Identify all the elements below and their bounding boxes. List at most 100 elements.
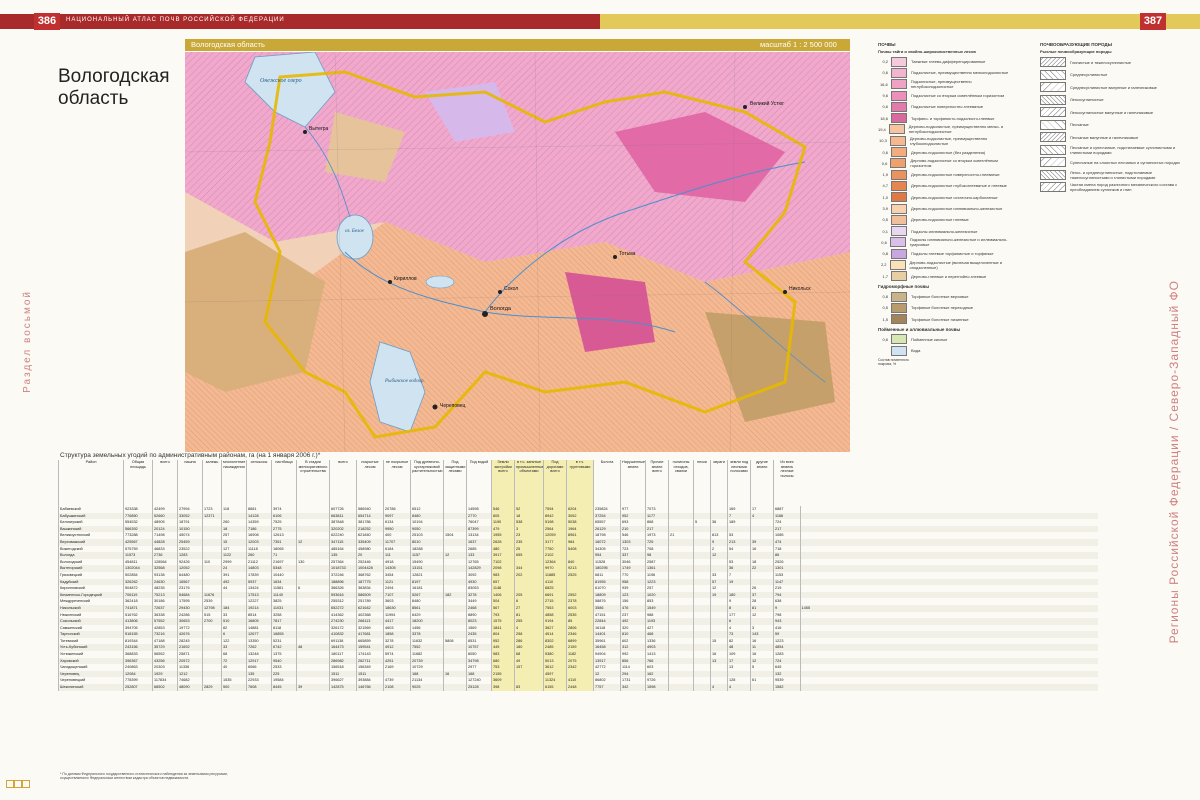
table-cell: 504: [491, 598, 515, 605]
table-cell: 11118: [246, 545, 272, 553]
table-cell: [693, 585, 711, 592]
table-cell: 1147: [773, 578, 800, 586]
legend-soil-text: Подзолы иллювиально-железистые и иллювиа…: [909, 237, 1008, 248]
legend-rock-swatch: [1040, 82, 1066, 93]
table-cell: [693, 565, 711, 572]
table-cell: 458980: [356, 545, 384, 553]
table-cell: [710, 618, 728, 625]
legend-rock-text: Легкосуглинистые валунные и галечниковые: [1070, 109, 1154, 115]
legend-soil-text: Подзолы глеевые торфянистые и торфяные: [911, 251, 994, 257]
table-cell: 2539: [202, 598, 222, 605]
table-cell: 5348: [271, 565, 297, 572]
table-cell: 135: [329, 552, 357, 559]
legend-rock-text: Глинистые и тяжелосуглинистые: [1070, 59, 1132, 65]
table-cell: 4251: [383, 657, 411, 665]
legend-soil-row: 10,3 Дерново-подзолистые, преимущественно…: [878, 135, 1013, 146]
table-cell: 6825: [543, 585, 567, 592]
map-title-line2: область: [58, 88, 129, 109]
table-cell: 983: [491, 571, 515, 579]
table-row-district: Бабушкинский: [58, 512, 124, 520]
table-cell: 425567: [123, 538, 153, 546]
legend-rock-row: Песчаные и супесчаные, подстилаемые сугл…: [1040, 144, 1185, 157]
table-cell: 174143: [356, 651, 384, 658]
table-cell: 87399: [466, 525, 492, 533]
table-cell: 1511: [356, 670, 384, 678]
table-cell: [296, 565, 330, 572]
table-cell: 603: [645, 664, 669, 671]
table-cell: [443, 578, 467, 586]
table-cell: 2533: [271, 664, 297, 671]
city-vytegra[interactable]: [303, 130, 307, 134]
table-cell: 24286: [177, 611, 203, 619]
legend-soil-swatch: [889, 259, 906, 270]
table-cell: 188896: [329, 578, 357, 586]
table-cell: 33: [221, 611, 247, 619]
table-cell: 9050: [410, 525, 444, 533]
table-cell: [799, 631, 1098, 638]
table-cell: 8514: [246, 611, 272, 619]
city-vologda[interactable]: [482, 311, 488, 317]
table-cell: 1929: [152, 670, 178, 678]
table-cell: [727, 525, 751, 533]
table-cell: [799, 598, 1098, 605]
table-cell: 11682: [410, 651, 444, 658]
table-cell: 146766: [356, 684, 384, 691]
table-cell: [668, 545, 694, 553]
legend-water-row: Вода: [878, 345, 1013, 356]
table-cell: 2770: [466, 512, 492, 520]
table-cell: 33: [710, 571, 728, 579]
table-cell: 5198: [543, 519, 567, 526]
legend-soil-row: 1,9 Дерново-подзолистые поверхностно-глее…: [878, 169, 1013, 180]
table-cell: [443, 525, 467, 533]
table-cell: [750, 578, 774, 586]
table-row-district: Бабаевский: [58, 506, 124, 513]
table-cell: 43256: [152, 657, 178, 665]
city-sokol[interactable]: [498, 290, 502, 294]
table-cell: [668, 585, 694, 592]
table-cell: 118: [221, 506, 247, 513]
table-header-cell: Из всех земель лесные полосы: [773, 460, 800, 506]
table-cell: 368833: [123, 651, 153, 658]
soil-map[interactable]: Онежское озеро оз. Белое Вологда Рыбинск…: [185, 52, 850, 452]
table-cell: [710, 664, 728, 671]
table-cell: 9: [773, 604, 800, 612]
table-cell: 6512: [410, 506, 444, 513]
table-cell: 8561: [410, 604, 444, 612]
table-cell: 602: [620, 637, 646, 645]
city-velikiy-ustyug[interactable]: [743, 105, 747, 109]
table-cell: 11140: [271, 591, 297, 599]
city-totma[interactable]: [613, 255, 617, 259]
table-cell: [668, 604, 694, 612]
city-nikolsk[interactable]: [783, 290, 787, 294]
table-cell: 156518: [329, 664, 357, 671]
table-cell: 723: [620, 545, 646, 553]
city-kirillov[interactable]: [388, 280, 392, 284]
table-cell: 22933: [246, 677, 272, 685]
table-cell: 210: [620, 525, 646, 533]
table-cell: 853: [645, 598, 669, 605]
legend-rock-text: Легкосуглинистые: [1070, 97, 1104, 103]
table-cell: [443, 644, 467, 652]
table-cell: 143: [750, 631, 774, 638]
table-cell: 19772: [177, 624, 203, 632]
side-region-label: Регионы Российской Федерации / Северо-За…: [1167, 280, 1181, 644]
table-cell: 13151: [410, 565, 444, 572]
city-cherepovets[interactable]: [432, 404, 438, 410]
table-cell: 12003: [246, 538, 272, 546]
table-header-cell: Земли застройки всего: [491, 460, 515, 506]
table-cell: [202, 525, 222, 533]
table-cell: 10194: [410, 519, 444, 526]
table-cell: [710, 525, 728, 533]
legend-rock-swatch: [1040, 182, 1066, 193]
table-cell: 753: [491, 664, 515, 671]
table-cell: 2535: [566, 611, 594, 619]
table-cell: 6: [514, 598, 544, 605]
legend-hydro-num: 0,5: [882, 305, 888, 311]
table-cell: 414362: [329, 611, 357, 619]
soil-map-svg: Онежское озеро оз. Белое Вологда Рыбинск…: [185, 52, 850, 452]
table-cell: 474: [773, 538, 800, 546]
table-cell: 992: [620, 651, 646, 658]
table-cell: 235824: [593, 506, 621, 513]
table-cell: 252807: [123, 684, 153, 691]
legend-rock-row: Частая смена пород различного механическ…: [1040, 181, 1185, 194]
